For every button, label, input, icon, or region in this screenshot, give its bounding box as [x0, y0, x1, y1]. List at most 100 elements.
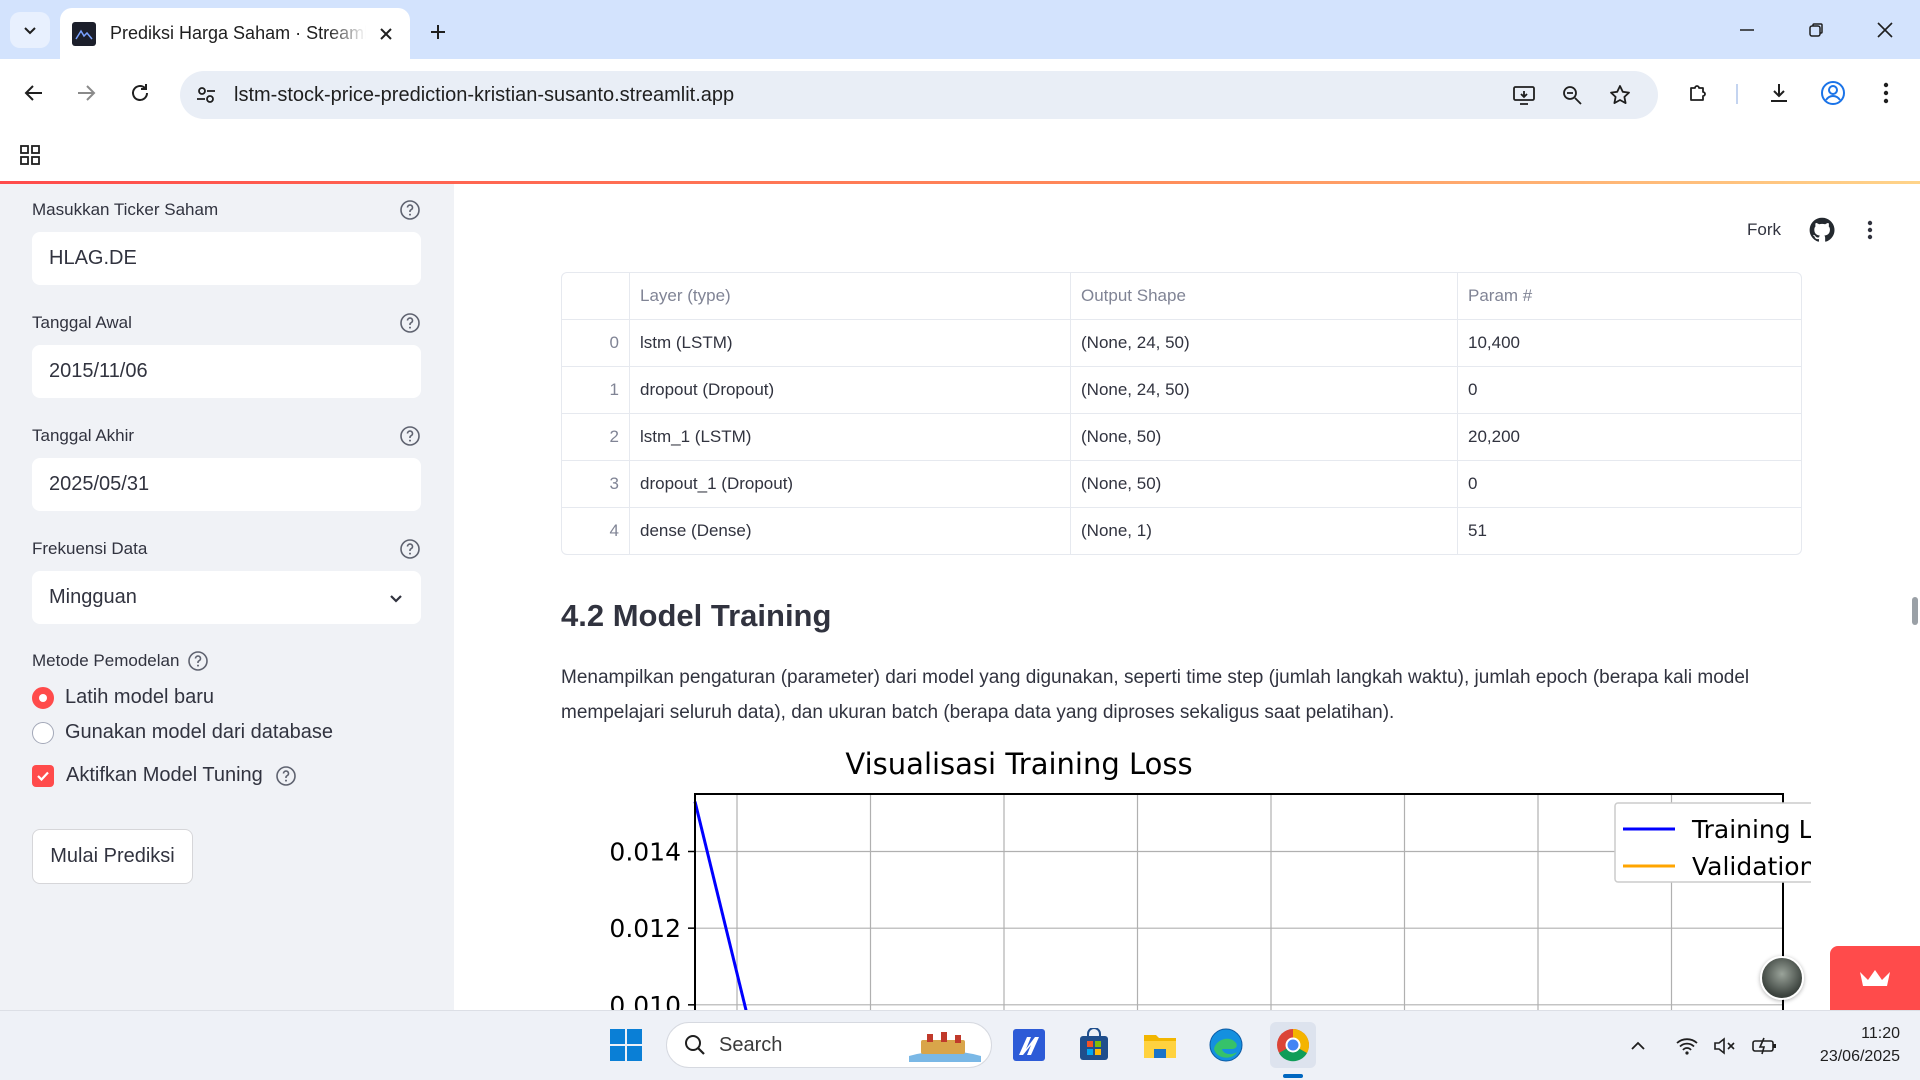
forward-button[interactable] [66, 73, 106, 113]
table-row: 3 dropout_1 (Dropout) (None, 50) 0 [562, 461, 1801, 508]
chart-title: Visualisasi Training Loss [845, 747, 1192, 781]
minimize-button[interactable] [1717, 8, 1777, 52]
help-icon[interactable] [399, 199, 421, 221]
reload-button[interactable] [120, 73, 160, 113]
back-button[interactable] [14, 73, 54, 113]
table-header-cell[interactable]: Output Shape [1071, 273, 1458, 319]
windows-taskbar: Search 11:20 23/06/2025 [0, 1010, 1920, 1080]
table-cell-index: 2 [562, 414, 630, 460]
chrome-icon [1277, 1029, 1310, 1062]
app-menu-button[interactable] [1856, 216, 1884, 244]
checkbox-checked-icon[interactable] [32, 764, 54, 787]
method-label: Metode Pemodelan [32, 651, 180, 670]
taskbar-app-copilot[interactable] [1006, 1022, 1052, 1068]
system-tray[interactable] [1675, 1031, 1779, 1061]
table-cell: 51 [1468, 521, 1487, 540]
app-logo-icon [1013, 1029, 1045, 1061]
start-prediction-button[interactable]: Mulai Prediksi [32, 829, 193, 884]
taskbar-search-box[interactable]: Search [666, 1022, 992, 1068]
tuning-checkbox-row[interactable]: Aktifkan Model Tuning [32, 764, 297, 787]
address-bar[interactable]: lstm-stock-price-prediction-kristian-sus… [180, 71, 1658, 119]
apps-grid-icon[interactable] [14, 139, 46, 171]
fork-link[interactable]: Fork [1747, 220, 1781, 240]
main-content: Fork Layer (type) Output Shape Param # 0… [454, 184, 1920, 1010]
tuning-label: Aktifkan Model Tuning [66, 764, 263, 786]
downloads-button[interactable] [1759, 73, 1799, 113]
table-header-row: Layer (type) Output Shape Param # [562, 273, 1801, 320]
help-icon[interactable] [399, 538, 421, 560]
bookmark-bar [0, 129, 1920, 181]
ticker-input[interactable]: HLAG.DE [32, 232, 421, 285]
help-icon[interactable] [399, 312, 421, 334]
radio-unselected-icon[interactable] [32, 721, 54, 744]
ticker-label: Masukkan Ticker Saham [32, 200, 219, 219]
clock-time: 11:20 [1861, 1025, 1900, 1042]
install-app-icon[interactable] [1506, 77, 1542, 113]
sidebar: Masukkan Ticker Saham HLAG.DE Tanggal Aw… [0, 184, 454, 1010]
table-header-cell[interactable]: Param # [1458, 273, 1801, 319]
browser-toolbar: lstm-stock-price-prediction-kristian-sus… [0, 59, 1920, 129]
chevron-down-icon [390, 594, 402, 603]
table-cell-index: 3 [562, 461, 630, 507]
restore-button[interactable] [1786, 8, 1846, 52]
volume-muted-icon [1714, 1037, 1735, 1055]
table-header-cell[interactable]: Layer (type) [630, 273, 1071, 319]
active-app-indicator [1283, 1074, 1303, 1078]
active-tab[interactable]: Prediksi Harga Saham · Streamlit [60, 8, 410, 59]
browser-tab-bar: Prediksi Harga Saham · Streamlit [0, 0, 1920, 59]
browser-menu-button[interactable] [1866, 73, 1906, 113]
help-icon[interactable] [187, 650, 209, 672]
user-avatar[interactable] [1760, 956, 1804, 1000]
table-cell: (None, 24, 50) [1071, 320, 1458, 366]
tray-overflow-button[interactable] [1629, 1031, 1647, 1061]
download-icon [1771, 84, 1787, 102]
extensions-button[interactable] [1679, 73, 1719, 113]
plus-icon [431, 25, 445, 39]
close-window-button[interactable] [1855, 8, 1915, 52]
bookmark-star-icon[interactable] [1602, 77, 1638, 113]
taskbar-app-chrome[interactable] [1270, 1022, 1316, 1068]
radio-option-train-new[interactable]: Latih model baru [32, 680, 432, 715]
help-icon[interactable] [275, 765, 297, 787]
profile-button[interactable] [1813, 73, 1853, 113]
github-icon[interactable] [1808, 216, 1836, 244]
site-settings-icon[interactable] [188, 77, 224, 113]
frequency-select[interactable]: Mingguan [32, 571, 421, 624]
search-label: Search [719, 1033, 783, 1056]
end-date-label: Tanggal Akhir [32, 426, 135, 445]
frequency-label: Frekuensi Data [32, 539, 148, 558]
radio-selected-icon[interactable] [32, 686, 54, 709]
arrow-right-icon [78, 85, 96, 101]
taskbar-clock[interactable]: 11:20 23/06/2025 [1790, 1022, 1900, 1068]
table-cell: 10,400 [1468, 333, 1520, 352]
chart-series-line [693, 801, 748, 1010]
frequency-value: Mingguan [49, 586, 137, 608]
start-button[interactable] [603, 1022, 649, 1068]
end-date-input[interactable]: 2025/05/31 [32, 458, 421, 511]
tab-close-icon[interactable] [374, 22, 398, 46]
table-cell: lstm (LSTM) [630, 320, 1071, 366]
table-cell: (None, 50) [1071, 414, 1458, 460]
zoom-icon[interactable] [1554, 77, 1590, 113]
streamlit-favicon-icon [72, 21, 96, 46]
reload-icon [132, 84, 148, 101]
taskbar-app-edge[interactable] [1203, 1022, 1249, 1068]
taskbar-app-store[interactable] [1071, 1022, 1117, 1068]
table-cell: dropout_1 (Dropout) [630, 461, 1071, 507]
battery-charging-icon [1752, 1037, 1776, 1055]
tab-search-button[interactable] [10, 12, 50, 48]
url-text[interactable]: lstm-stock-price-prediction-kristian-sus… [234, 84, 734, 107]
taskbar-app-explorer[interactable] [1137, 1022, 1183, 1068]
scrollbar-thumb[interactable] [1912, 597, 1918, 625]
help-icon[interactable] [399, 425, 421, 447]
clock-date: 23/06/2025 [1819, 1048, 1900, 1065]
model-summary-table: Layer (type) Output Shape Param # 0 lstm… [561, 272, 1802, 555]
radio-option-use-database[interactable]: Gunakan model dari database [32, 715, 432, 750]
more-vertical-icon [1867, 220, 1873, 240]
windows-logo-icon [610, 1029, 642, 1061]
new-tab-button[interactable] [420, 14, 456, 50]
crown-icon [1860, 970, 1890, 986]
start-date-input[interactable]: 2015/11/06 [32, 345, 421, 398]
chart-legend: Training Loss Validation Loss [1614, 802, 1811, 883]
streamlit-cloud-button[interactable] [1830, 946, 1920, 1010]
